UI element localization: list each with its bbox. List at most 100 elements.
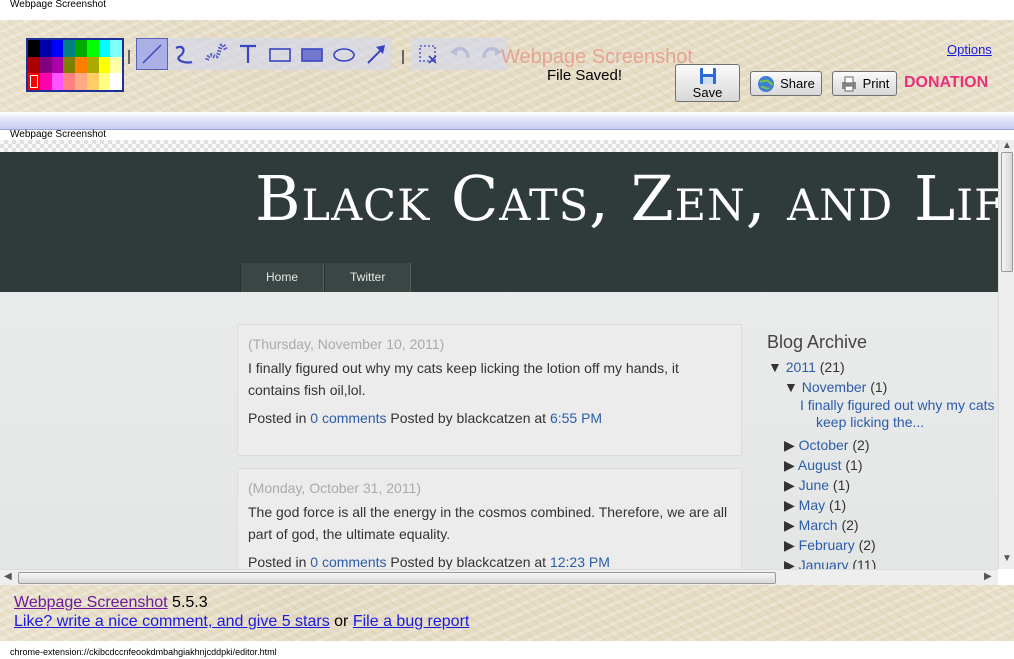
line-tool-icon[interactable] xyxy=(136,38,168,70)
expanded-triangle-icon[interactable]: ▼ xyxy=(784,379,798,395)
filled-rectangle-tool-icon[interactable] xyxy=(296,38,328,70)
save-button[interactable]: Save xyxy=(675,64,740,102)
scroll-down-icon[interactable]: ▼ xyxy=(1002,553,1012,564)
editor-footer: Webpage Screenshot 5.5.3 Like? write a n… xyxy=(0,585,1014,641)
comments-link[interactable]: 0 comments xyxy=(310,410,386,426)
print-button[interactable]: Print xyxy=(832,71,897,96)
printer-icon xyxy=(841,76,856,91)
collapsed-triangle-icon[interactable]: ▶ xyxy=(784,517,795,533)
color-swatch[interactable] xyxy=(110,40,122,57)
color-swatch[interactable] xyxy=(98,40,111,57)
post-meta: Posted in 0 comments Posted by blackcatz… xyxy=(248,551,731,569)
ellipse-tool-icon[interactable] xyxy=(328,38,360,70)
footer-version-line: Webpage Screenshot 5.5.3 xyxy=(14,594,208,612)
horizontal-scroll-thumb[interactable] xyxy=(18,572,776,584)
review-link[interactable]: Like? write a nice comment, and give 5 s… xyxy=(14,613,330,630)
color-swatch[interactable] xyxy=(63,73,75,90)
arrow-tool-icon[interactable] xyxy=(360,38,392,70)
collapsed-triangle-icon[interactable]: ▶ xyxy=(784,557,795,569)
scroll-up-icon[interactable]: ▲ xyxy=(1002,140,1012,151)
archive-month-link[interactable]: November xyxy=(802,379,867,395)
donation-link[interactable]: DONATION xyxy=(904,74,988,92)
archive-month[interactable]: ▶ May (1) xyxy=(760,495,998,515)
post-time-link[interactable]: 12:23 PM xyxy=(550,554,610,569)
color-swatch[interactable] xyxy=(98,56,111,74)
color-swatch[interactable] xyxy=(86,56,99,74)
ghost-title: Webpage Screenshot xyxy=(501,46,693,68)
archive-month[interactable]: ▶ January (11) xyxy=(760,555,998,569)
color-swatch[interactable] xyxy=(39,73,52,90)
color-swatch[interactable] xyxy=(51,73,64,90)
collapsed-triangle-icon[interactable]: ▶ xyxy=(784,497,795,513)
crop-tool-icon[interactable] xyxy=(412,38,444,70)
archive-month[interactable]: ▶ March (2) xyxy=(760,515,998,535)
blur-tool-icon[interactable] xyxy=(200,38,232,70)
vertical-scroll-thumb[interactable] xyxy=(1001,152,1013,272)
collapsed-triangle-icon[interactable]: ▶ xyxy=(784,537,795,553)
collapsed-triangle-icon[interactable]: ▶ xyxy=(784,457,795,473)
archive-post-line2[interactable]: keep licking the... xyxy=(800,414,924,430)
screenshot-canvas[interactable]: Black Cats, Zen, and Life Home Twitter (… xyxy=(0,140,998,569)
vertical-scrollbar[interactable]: ▲ ▼ xyxy=(998,140,1014,569)
options-link[interactable]: Options xyxy=(947,42,992,57)
archive-month-link[interactable]: March xyxy=(799,517,838,533)
captured-blog-page: Black Cats, Zen, and Life Home Twitter (… xyxy=(0,152,998,569)
save-label: Save xyxy=(692,84,723,100)
curve-tool-icon[interactable] xyxy=(168,38,200,70)
nav-item-home[interactable]: Home xyxy=(240,263,325,292)
archive-month[interactable]: ▶ October (2) xyxy=(760,435,998,455)
toolbar-separator xyxy=(128,50,130,64)
archive-month-link[interactable]: June xyxy=(799,477,829,493)
color-swatch[interactable] xyxy=(39,40,52,57)
color-swatch[interactable] xyxy=(51,40,64,57)
archive-month-count: (2) xyxy=(841,517,859,533)
color-swatch[interactable] xyxy=(28,73,40,90)
comments-link[interactable]: 0 comments xyxy=(310,554,386,569)
app-link[interactable]: Webpage Screenshot xyxy=(14,594,168,611)
archive-month[interactable]: ▼ November (1) xyxy=(760,377,998,397)
color-swatch[interactable] xyxy=(63,40,75,57)
color-swatch[interactable] xyxy=(110,56,122,74)
archive-month-link[interactable]: February xyxy=(799,537,855,553)
color-swatch[interactable] xyxy=(75,40,87,57)
frame-label: Webpage Screenshot xyxy=(10,129,106,140)
scroll-left-icon[interactable]: ◀ xyxy=(4,571,12,582)
color-swatch[interactable] xyxy=(75,73,87,90)
archive-year-link[interactable]: 2011 xyxy=(786,359,816,375)
post-time-link[interactable]: 6:55 PM xyxy=(550,410,602,426)
rectangle-tool-icon[interactable] xyxy=(264,38,296,70)
archive-month-link[interactable]: May xyxy=(799,497,825,513)
scroll-right-icon[interactable]: ▶ xyxy=(984,571,992,582)
archive-month-link[interactable]: October xyxy=(799,437,849,453)
collapsed-triangle-icon[interactable]: ▶ xyxy=(784,437,795,453)
collapsed-triangle-icon[interactable]: ▶ xyxy=(784,477,795,493)
color-palette[interactable] xyxy=(26,38,124,92)
archive-month-link[interactable]: January xyxy=(799,557,849,569)
color-swatch[interactable] xyxy=(28,40,40,57)
color-swatch[interactable] xyxy=(98,73,111,90)
archive-month-link[interactable]: August xyxy=(798,457,842,473)
expanded-triangle-icon[interactable]: ▼ xyxy=(768,359,782,375)
undo-icon[interactable] xyxy=(444,38,476,70)
color-swatch[interactable] xyxy=(110,73,122,90)
archive-month[interactable]: ▶ August (1) xyxy=(760,455,998,475)
color-swatch[interactable] xyxy=(75,56,87,74)
archive-post-line1[interactable]: I finally figured out why my cats xyxy=(800,397,995,413)
text-tool-icon[interactable] xyxy=(232,38,264,70)
nav-item-twitter[interactable]: Twitter xyxy=(324,263,412,292)
color-swatch[interactable] xyxy=(51,56,64,74)
color-swatch[interactable] xyxy=(28,56,40,74)
share-button[interactable]: Share xyxy=(750,71,822,96)
archive-month[interactable]: ▶ February (2) xyxy=(760,535,998,555)
color-swatch[interactable] xyxy=(63,56,75,74)
archive-month[interactable]: ▶ June (1) xyxy=(760,475,998,495)
horizontal-scrollbar[interactable]: ◀ ▶ xyxy=(0,569,998,585)
color-swatch[interactable] xyxy=(86,73,99,90)
bug-report-link[interactable]: File a bug report xyxy=(353,613,470,630)
app-version: 5.5.3 xyxy=(172,594,208,611)
color-swatch[interactable] xyxy=(39,56,52,74)
archive-post-link[interactable]: I finally figured out why my cats keep l… xyxy=(760,397,998,431)
color-swatch[interactable] xyxy=(86,40,99,57)
archive-year[interactable]: ▼ 2011 (21) xyxy=(760,357,998,377)
floppy-disk-icon xyxy=(699,67,716,84)
